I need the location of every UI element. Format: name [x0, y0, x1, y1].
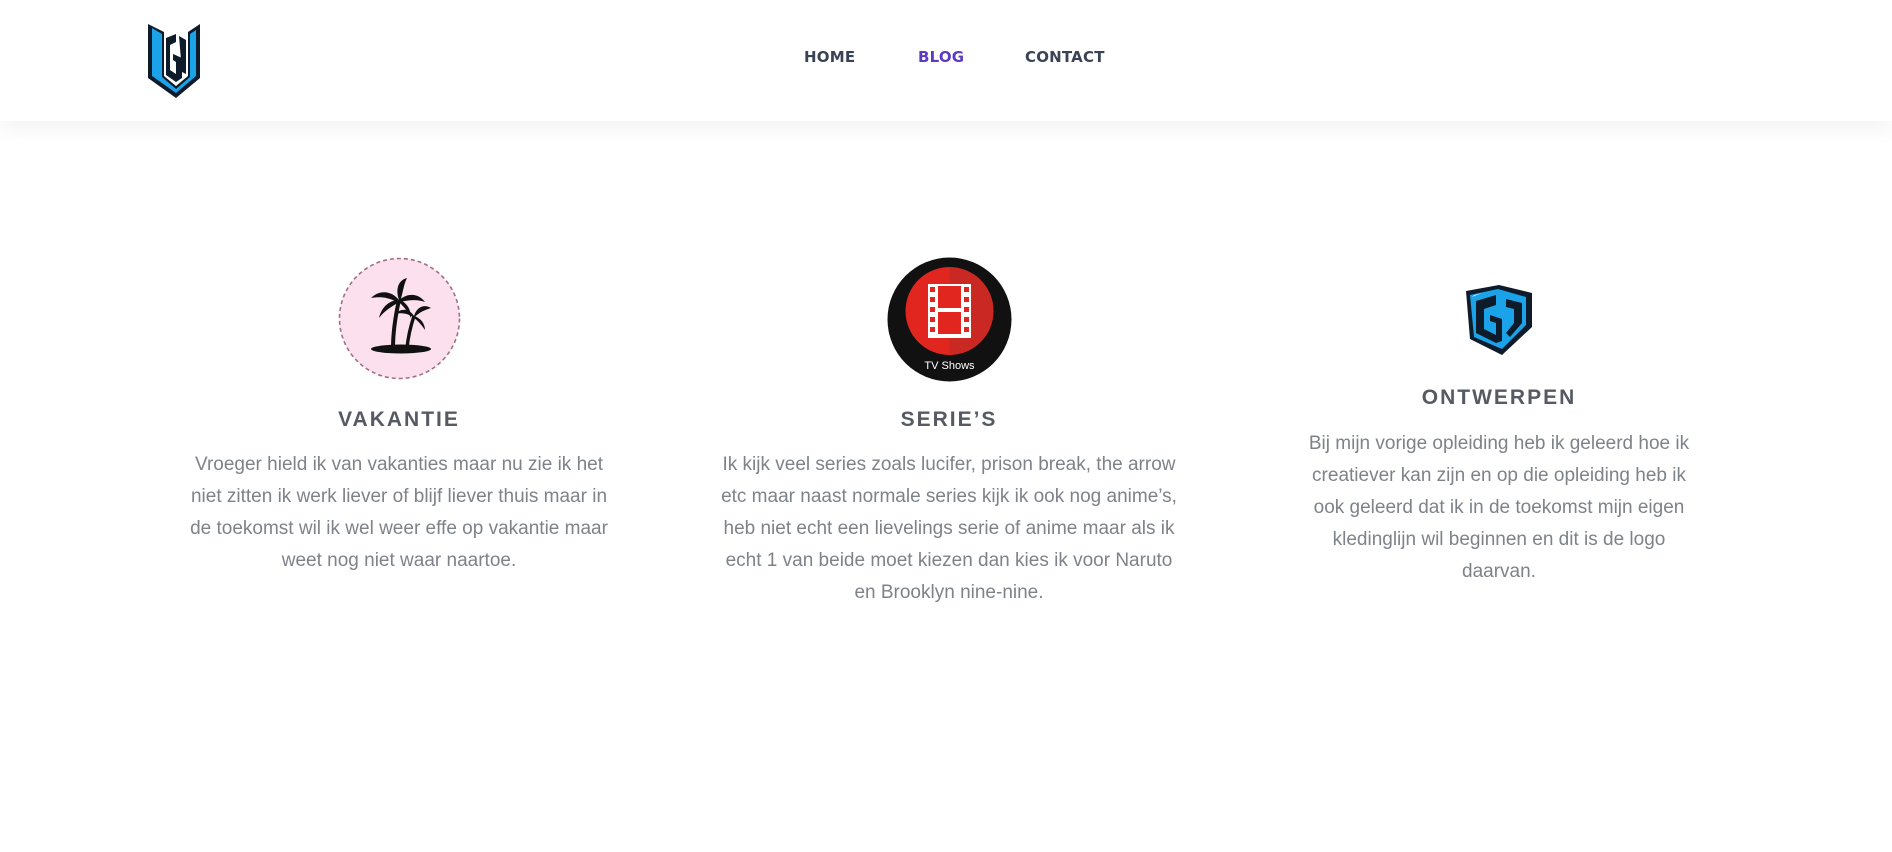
- palm-trees-icon: [337, 256, 462, 381]
- card-description: Vroeger hield ik van vakanties maar nu z…: [190, 454, 608, 571]
- card-description: Bij mijn vorige opleiding heb ik geleerd…: [1308, 433, 1690, 582]
- site-header: HOME BLOG CONTACT: [0, 0, 1892, 121]
- tv-shows-icon: TV Shows: [886, 256, 1013, 383]
- card-vakantie-desc-wrap: Vroeger hield ik van vakanties maar nu z…: [179, 449, 619, 577]
- card-title: SERIE’S: [900, 408, 998, 431]
- card-series-title-wrap: SERIE’S: [729, 408, 1169, 432]
- tv-shows-caption: TV Shows: [924, 360, 975, 372]
- nav-blog-link[interactable]: BLOG: [918, 48, 964, 66]
- card-series-desc-wrap: Ik kijk veel series zoals lucifer, priso…: [719, 449, 1179, 609]
- nav-home-link[interactable]: HOME: [804, 48, 855, 66]
- nav-contact-link[interactable]: CONTACT: [1025, 48, 1105, 66]
- gv-logo-icon: [1462, 283, 1536, 359]
- site-logo-icon[interactable]: [146, 20, 202, 100]
- card-ontwerpen-desc-wrap: Bij mijn vorige opleiding heb ik geleerd…: [1299, 428, 1699, 588]
- card-description: Ik kijk veel series zoals lucifer, priso…: [721, 454, 1177, 603]
- card-ontwerpen-title-wrap: ONTWERPEN: [1279, 386, 1719, 410]
- card-vakantie-title-wrap: VAKANTIE: [179, 408, 619, 432]
- card-title: VAKANTIE: [338, 408, 460, 431]
- card-title: ONTWERPEN: [1421, 386, 1577, 409]
